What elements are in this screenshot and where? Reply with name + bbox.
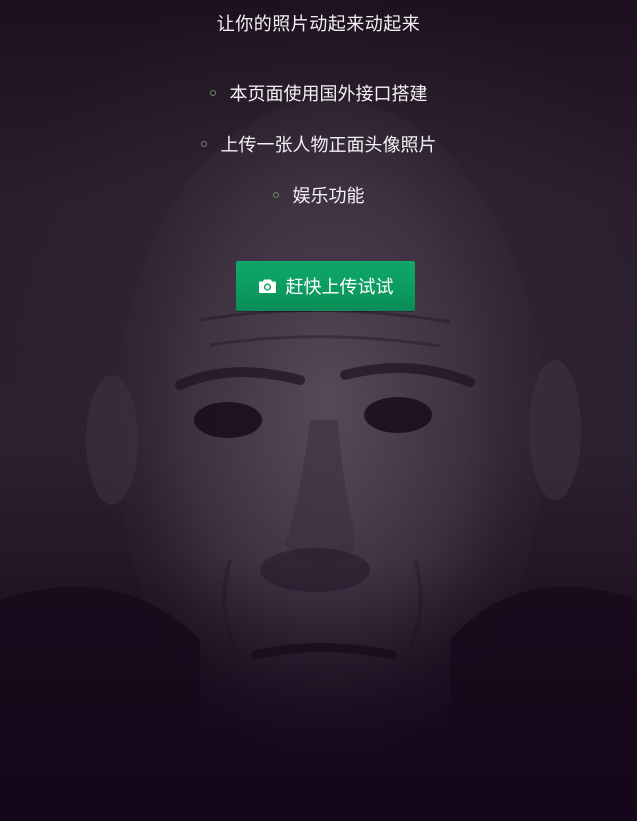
feature-text: 上传一张人物正面头像照片: [220, 135, 437, 156]
feature-text: 本页面使用国外接口搭建: [229, 84, 428, 105]
circle-bullet-icon: [200, 141, 207, 147]
page-title: 让你的照片动起来动起来: [216, 14, 421, 35]
list-item: 娱乐功能: [0, 180, 637, 231]
circle-bullet-icon: [209, 90, 216, 96]
feature-list: 本页面使用国外接口搭建 上传一张人物正面头像照片 娱乐功能: [0, 78, 637, 231]
upload-button[interactable]: 赶快上传试试: [236, 261, 415, 311]
camera-icon: [258, 278, 277, 294]
list-item: 上传一张人物正面头像照片: [0, 129, 637, 180]
feature-text: 娱乐功能: [292, 186, 365, 207]
page-background: 让你的照片动起来动起来 本页面使用国外接口搭建 上传一张人物正面头像照片 娱乐功…: [0, 0, 637, 821]
circle-bullet-icon: [272, 192, 279, 198]
upload-button-label: 赶快上传试试: [285, 277, 394, 298]
list-item: 本页面使用国外接口搭建: [0, 78, 637, 129]
